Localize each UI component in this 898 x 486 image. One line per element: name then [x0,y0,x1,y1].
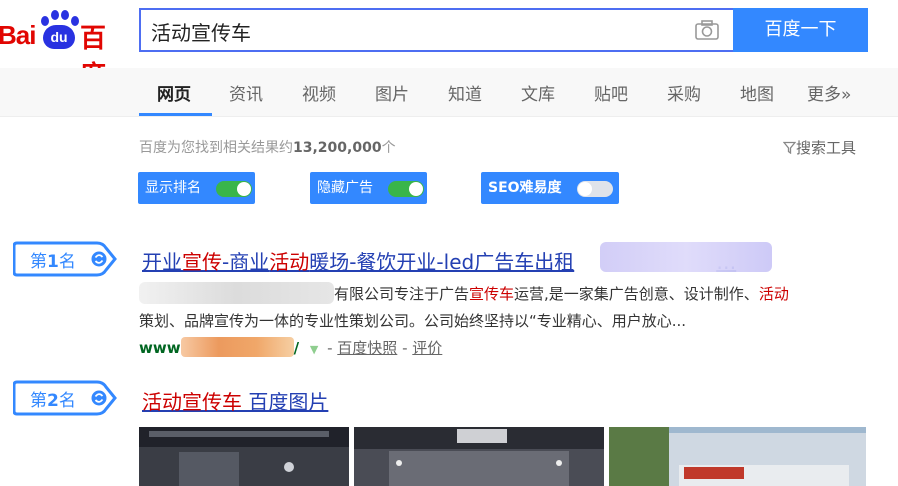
tab-wenku[interactable]: 文库 [521,80,555,105]
tab-video[interactable]: 视频 [302,80,336,105]
redacted-text [139,282,334,304]
result-url-line-1: www / ▼ - 百度快照 - 评价 [139,337,443,357]
tab-map[interactable]: 地图 [740,80,774,105]
toggle-label: 显示排名 [145,180,201,196]
tab-tieba[interactable]: 贴吧 [594,80,628,105]
camera-icon[interactable] [694,20,720,40]
filter-icon [782,141,797,155]
active-tab-indicator [139,113,212,116]
toggle-label: SEO难易度 [488,180,562,196]
toggle-hide-ads[interactable]: 隐藏广告 [310,172,427,204]
search-button[interactable]: 百度一下 [733,8,868,52]
tab-caigou[interactable]: 采购 [667,80,701,105]
result-snippet-1: 有限公司专注于广告宣传车运营,是一家集广告创意、设计制作、活动 [334,285,789,303]
nav-tabs: 网页 资讯 视频 图片 知道 文库 贴吧 采购 地图 更多» [0,68,898,117]
result-url[interactable]: www [139,339,181,357]
tab-more[interactable]: 更多» [807,80,851,105]
tab-zhidao[interactable]: 知道 [448,80,482,105]
redacted-url [180,337,294,357]
paw-icon: du [37,10,81,50]
logo-text-du: du [50,29,68,45]
rank-badge-2: 第2名 [13,378,119,418]
tab-news[interactable]: 资讯 [229,80,263,105]
dropdown-arrow-icon[interactable]: ▼ [310,343,318,356]
switch-on-icon [388,181,424,197]
switch-off-icon [577,181,613,197]
search-tools-button[interactable]: 搜索工具 [782,137,856,158]
toggle-label: 隐藏广告 [317,180,373,196]
toggle-show-rank[interactable]: 显示排名 [138,172,255,204]
search-input[interactable] [151,19,671,43]
review-link[interactable]: 评价 [412,339,442,357]
result-count: 百度为您找到相关结果约13,200,000个 [139,140,396,156]
rank-badge-1: 第1名 [13,239,119,279]
tab-web[interactable]: 网页 [157,80,191,105]
logo-text-bai: Bai [0,20,36,50]
result-title-2[interactable]: 活动宣传车 百度图片 [142,386,328,415]
snapshot-link[interactable]: 百度快照 [337,339,397,357]
tab-images[interactable]: 图片 [375,80,409,105]
result-snippet-2: 策划、品牌宣传为一体的专业性策划公司。公司始终坚持以“专业精心、用户放心... [139,312,687,330]
redacted-text [600,242,772,272]
result-image-strip[interactable] [139,427,866,486]
baidu-logo[interactable]: Bai du 百度 [0,8,130,91]
switch-on-icon [216,181,252,197]
toggle-seo-difficulty[interactable]: SEO难易度 [481,172,619,204]
search-box [139,8,733,52]
